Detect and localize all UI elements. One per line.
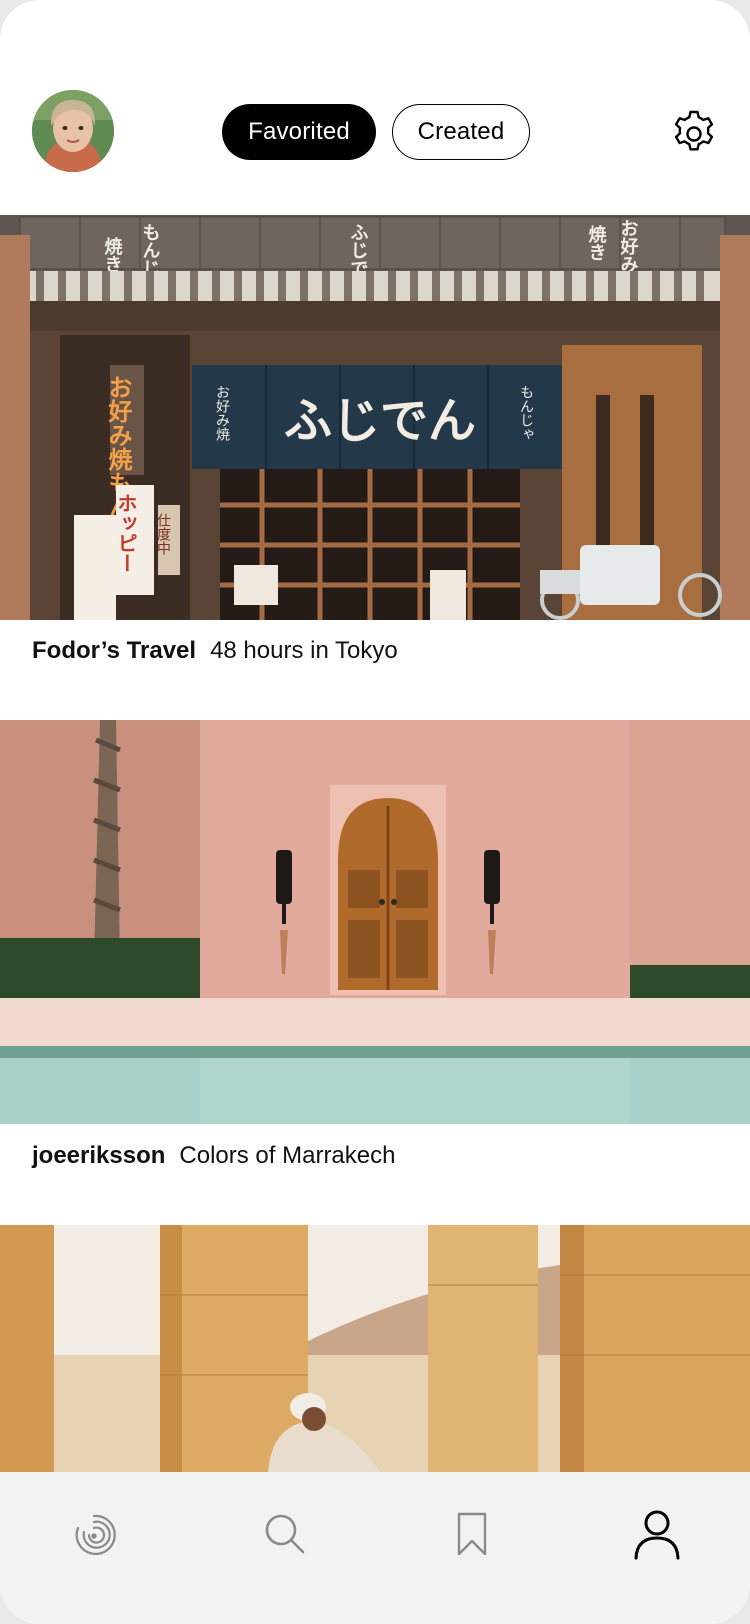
card-title[interactable]: Colors of Marrakech: [179, 1142, 395, 1169]
tab-home[interactable]: [62, 1502, 126, 1566]
profile-icon: [634, 1510, 680, 1560]
app-screen: Favorited Created 焼き もんじゃ ふじでん 焼き お好み お好…: [0, 0, 750, 1624]
temple-columns-image: [0, 1225, 750, 1472]
curtain-left-text: お好み焼: [214, 385, 230, 441]
card-caption: Fodor’s Travel 48 hours in Tokyo: [32, 637, 398, 665]
settings-button[interactable]: [668, 106, 720, 158]
header: Favorited Created: [0, 0, 750, 215]
flag-text-4: 焼き: [586, 224, 607, 261]
avatar-photo: [32, 90, 114, 172]
tab-favorited[interactable]: Favorited: [222, 104, 376, 160]
hoppy-sign-text: ホッピー: [114, 493, 138, 573]
search-icon: [265, 1514, 305, 1554]
card-author[interactable]: Fodor’s Travel: [32, 637, 196, 664]
curtain-text: ふじでん: [284, 393, 476, 449]
feed-image-tokyo[interactable]: 焼き もんじゃ ふじでん 焼き お好み お好み焼もんじゃ焼 ホッピー 仕度中 ふ…: [0, 215, 750, 620]
feed-image-marrakech[interactable]: [0, 720, 750, 1124]
marrakech-image: [0, 720, 750, 1124]
closed-sign-text: 仕度中: [155, 513, 171, 555]
tokyo-storefront-image: 焼き もんじゃ ふじでん 焼き お好み お好み焼もんじゃ焼 ホッピー 仕度中 ふ…: [0, 215, 750, 620]
tab-created[interactable]: Created: [392, 104, 530, 160]
avatar[interactable]: [32, 90, 114, 172]
tab-bar: [0, 1472, 750, 1624]
gear-icon: [674, 110, 714, 151]
curtain-right-text: もんじゃ: [518, 385, 534, 441]
card-author[interactable]: joeeriksson: [32, 1142, 165, 1169]
feed-image-temple[interactable]: [0, 1225, 750, 1472]
card-caption: joeeriksson Colors of Marrakech: [32, 1142, 395, 1170]
card-title[interactable]: 48 hours in Tokyo: [210, 637, 398, 664]
tab-profile[interactable]: [625, 1502, 689, 1566]
tab-saved[interactable]: [440, 1502, 504, 1566]
flag-text-5: お好み: [618, 219, 640, 273]
tab-search[interactable]: [253, 1502, 317, 1566]
spiral-icon: [75, 1514, 116, 1555]
bookmark-icon: [457, 1512, 487, 1556]
flag-text-1: 焼き: [102, 236, 123, 273]
